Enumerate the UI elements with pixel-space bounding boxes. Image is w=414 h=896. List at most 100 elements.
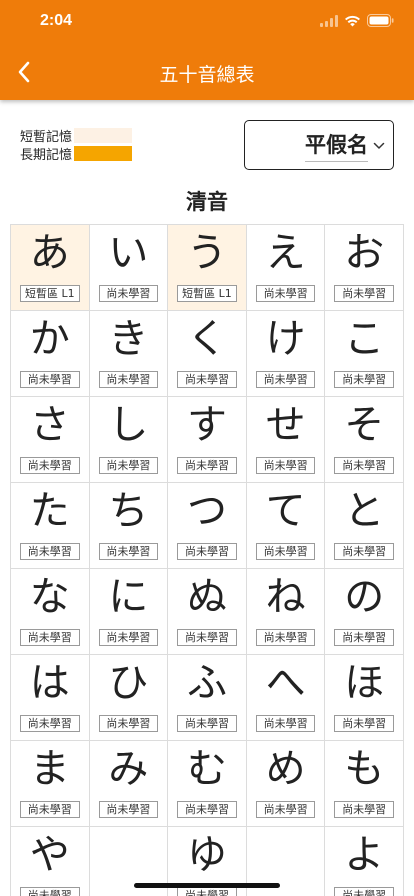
kana-char: お (344, 230, 385, 276)
status-badge: 尚未學習 (255, 457, 316, 474)
kana-cell[interactable]: と尚未學習 (325, 483, 404, 569)
kana-char: ち (108, 488, 149, 534)
kana-cell[interactable]: か尚未學習 (11, 311, 90, 397)
kana-char: い (108, 230, 149, 276)
kana-cell[interactable]: め尚未學習 (246, 741, 326, 827)
status-badge: 尚未學習 (177, 801, 237, 818)
kana-grid: あ短暫區 L1 い尚未學習う短暫區 L1 え尚未學習お尚未學習か尚未學習き尚未學習く… (10, 224, 404, 896)
kana-char: ひ (108, 660, 149, 706)
kana-char: く (186, 316, 227, 362)
kana-char: た (29, 488, 70, 534)
kana-char: に (108, 574, 149, 620)
legend-label: 短暫記憶 (20, 129, 73, 145)
kana-cell[interactable]: や尚未學習 (11, 827, 90, 896)
kana-char: け (265, 316, 306, 362)
kana-cell[interactable]: せ尚未學習 (246, 397, 326, 483)
kana-char: ま (29, 746, 70, 792)
status-badge: 尚未學習 (98, 543, 159, 560)
status-badge: 尚未學習 (334, 629, 394, 646)
status-badge: 尚未學習 (98, 629, 159, 646)
kana-char: す (186, 402, 227, 448)
kana-char: む (186, 746, 227, 792)
status-badge: 尚未學習 (98, 285, 159, 302)
kana-char: せ (265, 402, 306, 448)
home-indicator (134, 883, 280, 888)
kana-cell[interactable]: に尚未學習 (89, 569, 169, 655)
kana-char: ね (265, 574, 306, 620)
kana-cell[interactable]: ま尚未學習 (11, 741, 90, 827)
kana-char: の (344, 574, 385, 620)
kana-cell[interactable]: ぬ尚未學習 (168, 569, 247, 655)
status-badge: 尚未學習 (334, 801, 394, 818)
kana-cell[interactable]: つ尚未學習 (168, 483, 247, 569)
kana-cell[interactable]: そ尚未學習 (325, 397, 404, 483)
kana-cell[interactable]: み尚未學習 (89, 741, 169, 827)
kana-cell[interactable]: す尚未學習 (168, 397, 247, 483)
kana-char: う (186, 230, 227, 276)
status-badge: 尚未學習 (98, 371, 159, 388)
kana-cell[interactable]: く尚未學習 (168, 311, 247, 397)
kana-cell[interactable]: て尚未學習 (246, 483, 326, 569)
kana-cell[interactable]: こ尚未學習 (325, 311, 404, 397)
kana-cell[interactable]: ふ尚未學習 (168, 655, 247, 741)
kana-char: ぬ (186, 574, 227, 620)
memory-legend: 短暫記憶 長期記憶 (20, 126, 133, 163)
kana-char: へ (265, 660, 306, 706)
status-badge: 尚未學習 (177, 887, 237, 896)
status-badge: 尚未學習 (334, 715, 394, 732)
signal-icon (320, 14, 338, 27)
status-badge: 尚未學習 (20, 457, 80, 474)
status-badge: 尚未學習 (177, 715, 237, 732)
status-badge: 尚未學習 (334, 285, 394, 302)
kana-char: と (344, 488, 385, 534)
kana-cell[interactable]: へ尚未學習 (246, 655, 326, 741)
nav-bar: 五十音總表 (0, 44, 414, 100)
status-badge: 尚未學習 (20, 801, 80, 818)
kana-char: ふ (186, 660, 227, 706)
kana-char: や (29, 832, 70, 878)
kana-cell[interactable]: き尚未學習 (89, 311, 169, 397)
kana-cell[interactable]: さ尚未學習 (11, 397, 90, 483)
kana-cell[interactable]: お尚未學習 (325, 225, 404, 311)
kana-cell[interactable]: ね尚未學習 (246, 569, 326, 655)
kana-cell[interactable]: ひ尚未學習 (89, 655, 169, 741)
kana-cell[interactable]: も尚未學習 (325, 741, 404, 827)
script-picker[interactable]: 平假名 (244, 120, 394, 170)
legend-item-long-term: 長期記憶 (20, 144, 133, 163)
kana-cell[interactable]: の尚未學習 (325, 569, 404, 655)
kana-cell[interactable]: え尚未學習 (246, 225, 326, 311)
status-badge: 尚未學習 (20, 543, 80, 560)
kana-cell[interactable]: あ短暫區 L1 (11, 225, 90, 311)
top-bar: 2:04 五十音總表 (0, 0, 414, 100)
status-badge: 尚未學習 (20, 629, 80, 646)
kana-cell[interactable]: い尚未學習 (89, 225, 169, 311)
status-badge: 尚未學習 (177, 371, 237, 388)
kana-char: そ (344, 402, 385, 448)
kana-cell[interactable]: ち尚未學習 (89, 483, 169, 569)
status-bar: 2:04 (0, 0, 414, 44)
status-badge: 短暫區 L1 (177, 285, 237, 302)
chevron-down-icon (373, 142, 385, 149)
kana-char: あ (29, 230, 70, 276)
status-badge: 尚未學習 (255, 371, 316, 388)
kana-cell[interactable]: た尚未學習 (11, 483, 90, 569)
kana-cell[interactable]: け尚未學習 (246, 311, 326, 397)
legend-swatch-short-term (74, 127, 133, 143)
status-badge: 尚未學習 (334, 887, 394, 896)
status-badge: 尚未學習 (177, 629, 237, 646)
page-title: 五十音總表 (159, 64, 255, 86)
kana-cell[interactable]: な尚未學習 (11, 569, 90, 655)
status-badge: 尚未學習 (255, 285, 316, 302)
kana-char: つ (186, 488, 227, 534)
kana-cell[interactable]: し尚未學習 (89, 397, 169, 483)
kana-cell[interactable]: よ尚未學習 (325, 827, 404, 896)
status-icons (320, 14, 394, 27)
kana-cell[interactable]: む尚未學習 (168, 741, 247, 827)
legend-swatch-long-term (74, 145, 133, 161)
status-badge: 尚未學習 (177, 457, 237, 474)
kana-char: よ (344, 832, 385, 878)
status-badge: 尚未學習 (255, 715, 316, 732)
kana-cell[interactable]: ほ尚未學習 (325, 655, 404, 741)
kana-cell[interactable]: は尚未學習 (11, 655, 90, 741)
kana-cell[interactable]: う短暫區 L1 (168, 225, 247, 311)
